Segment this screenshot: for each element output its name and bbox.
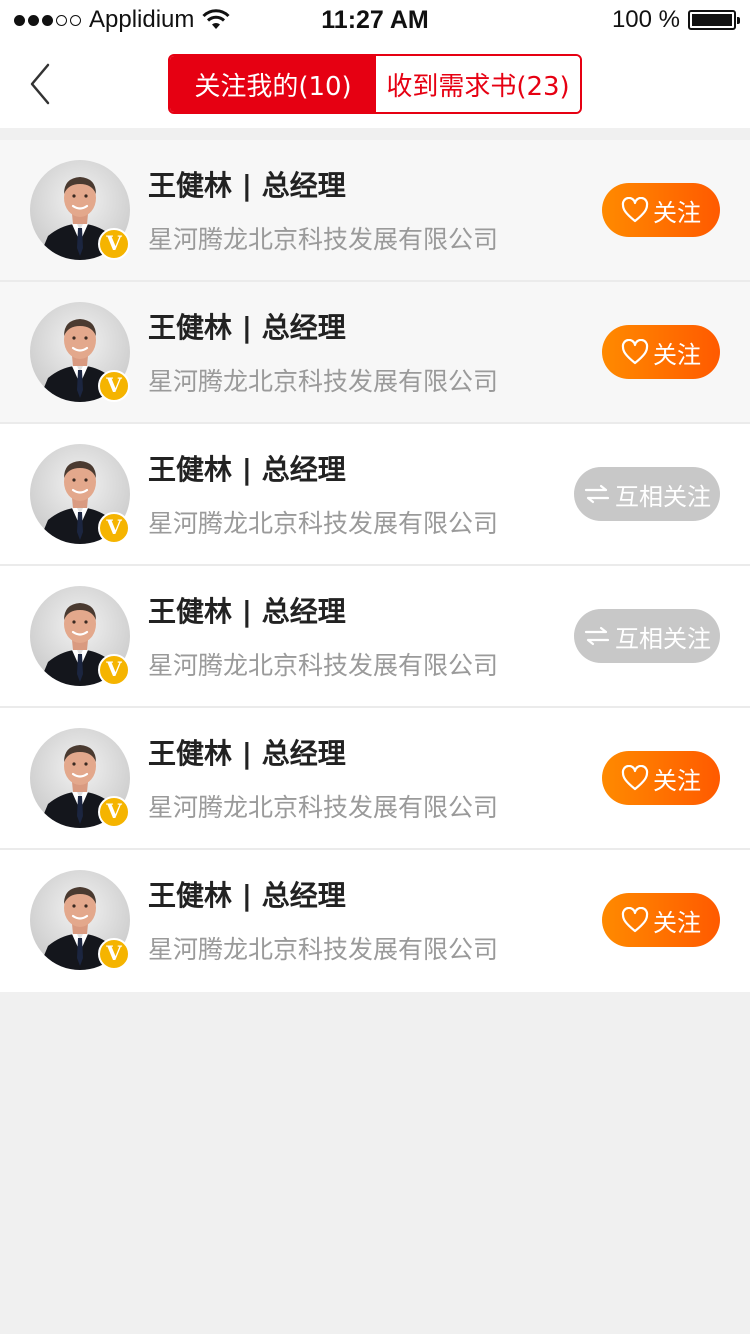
- back-button[interactable]: [20, 60, 60, 108]
- verified-badge-icon: V: [98, 370, 130, 402]
- heart-icon: [621, 907, 649, 933]
- follow-button-label: 关注: [653, 198, 701, 227]
- heart-icon: [621, 197, 649, 223]
- follow-button-label: 互相关注: [615, 482, 711, 511]
- chevron-left-icon: [30, 63, 50, 105]
- mutual-arrows-icon: [583, 625, 611, 647]
- mutual-follow-button[interactable]: 互相关注: [574, 467, 720, 521]
- verified-badge-icon: V: [98, 796, 130, 828]
- list-item[interactable]: V 王健林 | 总经理 星河腾龙北京科技发展有限公司 互相关注: [0, 424, 750, 566]
- nav-bar: 关注我的(10) 收到需求书(23): [0, 40, 750, 128]
- list-item[interactable]: V 王健林 | 总经理 星河腾龙北京科技发展有限公司 关注: [0, 140, 750, 282]
- verified-badge-icon: V: [98, 938, 130, 970]
- list-item[interactable]: V 王健林 | 总经理 星河腾龙北京科技发展有限公司 关注: [0, 282, 750, 424]
- company-name: 星河腾龙北京科技发展有限公司: [148, 509, 499, 538]
- list-item[interactable]: V 王健林 | 总经理 星河腾龙北京科技发展有限公司 互相关注: [0, 566, 750, 708]
- verified-badge-icon: V: [98, 654, 130, 686]
- person-name-title: 王健林 | 总经理: [148, 737, 346, 770]
- tab-followers[interactable]: 关注我的(10): [170, 56, 376, 112]
- mutual-arrows-icon: [583, 483, 611, 505]
- person-name-title: 王健林 | 总经理: [148, 169, 346, 202]
- person-name-title: 王健林 | 总经理: [148, 879, 346, 912]
- verified-badge-icon: V: [98, 228, 130, 260]
- mutual-follow-button[interactable]: 互相关注: [574, 609, 720, 663]
- list-item[interactable]: V 王健林 | 总经理 星河腾龙北京科技发展有限公司 关注: [0, 850, 750, 992]
- person-name-title: 王健林 | 总经理: [148, 311, 346, 344]
- follow-button-label: 互相关注: [615, 624, 711, 653]
- follow-button[interactable]: 关注: [602, 893, 720, 947]
- person-name-title: 王健林 | 总经理: [148, 595, 346, 628]
- company-name: 星河腾龙北京科技发展有限公司: [148, 651, 499, 680]
- company-name: 星河腾龙北京科技发展有限公司: [148, 935, 499, 964]
- battery-icon: [688, 10, 740, 30]
- company-name: 星河腾龙北京科技发展有限公司: [148, 367, 499, 396]
- tab-requests[interactable]: 收到需求书(23): [376, 56, 580, 112]
- follow-button[interactable]: 关注: [602, 183, 720, 237]
- battery-percent: 100 %: [611, 6, 680, 33]
- list-item[interactable]: V 王健林 | 总经理 星河腾龙北京科技发展有限公司 关注: [0, 708, 750, 850]
- follow-button-label: 关注: [653, 766, 701, 795]
- status-bar: Applidium 11:27 AM 100 %: [0, 0, 750, 40]
- verified-badge-icon: V: [98, 512, 130, 544]
- heart-icon: [621, 339, 649, 365]
- follow-button[interactable]: 关注: [602, 325, 720, 379]
- company-name: 星河腾龙北京科技发展有限公司: [148, 225, 499, 254]
- person-name-title: 王健林 | 总经理: [148, 453, 346, 486]
- heart-icon: [621, 765, 649, 791]
- status-right: 100 %: [611, 0, 740, 40]
- follow-button[interactable]: 关注: [602, 751, 720, 805]
- segmented-control: 关注我的(10) 收到需求书(23): [168, 54, 582, 114]
- company-name: 星河腾龙北京科技发展有限公司: [148, 793, 499, 822]
- follow-button-label: 关注: [653, 908, 701, 937]
- follower-list: V 王健林 | 总经理 星河腾龙北京科技发展有限公司 关注 V 王健林 | 总经…: [0, 140, 750, 992]
- follow-button-label: 关注: [653, 340, 701, 369]
